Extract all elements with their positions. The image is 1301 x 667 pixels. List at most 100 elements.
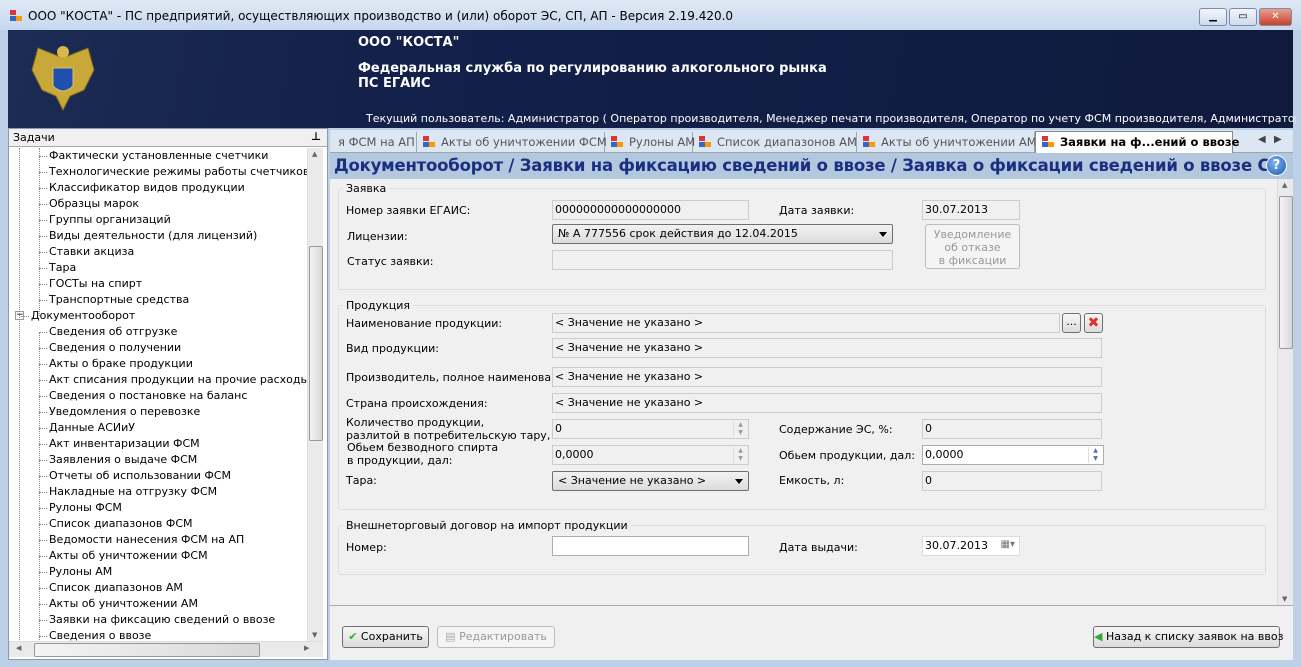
current-user: Текущий пользователь: Администратор ( Оп… — [366, 112, 1296, 125]
tree-item-label: Список диапазонов ФСМ — [49, 517, 193, 530]
document-tab-icon — [423, 136, 435, 147]
help-icon[interactable]: ? — [1266, 155, 1287, 176]
spirit-label-line1: Обьем безводного спирта — [347, 441, 499, 454]
notice-line-2: об отказе — [944, 241, 1001, 254]
maximize-button[interactable]: ▭ — [1229, 8, 1257, 26]
spirit-volume-label: Обьем безводного спирта в продукции, дал: — [347, 441, 498, 467]
request-number-field: 000000000000000000 — [552, 200, 749, 220]
tree-item-label: Заявки на фиксацию сведений о ввозе — [49, 613, 276, 626]
product-name-label: Наименование продукции: — [346, 317, 503, 330]
license-value: № А 777556 срок действия до 12.04.2015 — [558, 227, 798, 240]
spirit-label-line2: в продукции, дал: — [347, 454, 453, 467]
back-to-list-button[interactable]: ◀ Назад к списку заявок на ввоз — [1093, 626, 1283, 648]
producer-label: Производитель, полное наименование: — [346, 371, 576, 384]
clear-product-button[interactable]: ✖ — [1084, 313, 1103, 333]
tab[interactable]: я ФСМ на АП — [332, 132, 417, 153]
tasks-panel-header: Задачи ⊥ — [9, 129, 327, 147]
tree-item-label: ГОСТы на спирт — [49, 277, 143, 290]
product-kind-label: Вид продукции: — [346, 342, 439, 355]
license-select[interactable]: № А 777556 срок действия до 12.04.2015 — [552, 224, 893, 244]
action-bar: ✔ Сохранить ▤ Редактировать ◀ Назад к сп… — [330, 605, 1293, 660]
tare-select[interactable]: < Значение не указано > — [552, 471, 749, 491]
close-button[interactable]: ✕ — [1259, 8, 1292, 26]
tare-value: < Значение не указано > — [558, 474, 707, 487]
quantity-label-line1: Количество продукции, — [346, 416, 485, 429]
capacity-label: Емкость, л: — [779, 474, 845, 487]
contract-date-label: Дата выдачи: — [779, 541, 858, 554]
spirit-volume-stepper[interactable]: 0,0000 ▲ ▼ — [552, 445, 749, 465]
contract-number-input[interactable] — [552, 536, 749, 556]
tab[interactable]: Список диапазонов АМ — [693, 132, 857, 153]
tab-label: Акты об уничтожении ФСМ — [441, 135, 607, 149]
tab[interactable]: Рулоны АМ — [605, 132, 695, 153]
tree-item-label: Ведомости нанесения ФСМ на АП — [49, 533, 245, 546]
checkmark-icon: ✔ — [348, 630, 358, 643]
title-bar: ООО "КОСТА" - ПС предприятий, осуществля… — [0, 0, 1301, 30]
tasks-tree: Фактически установленные счетчики Техноло… — [9, 148, 307, 641]
license-label: Лицензии: — [347, 230, 408, 243]
tab-strip: я ФСМ на АП Акты об уничтожении ФСМ Рулоны… — [330, 130, 1293, 154]
save-label: Сохранить — [360, 630, 423, 643]
contract-date-picker[interactable]: 30.07.2013 ▦▾ — [922, 536, 1020, 556]
tree-item-label: Документооборот — [31, 309, 136, 322]
request-date-label: Дата заявки: — [779, 204, 855, 217]
spirit-volume-value: 0,0000 — [555, 448, 594, 461]
product-volume-stepper[interactable]: 0,0000 ▲ ▼ — [922, 445, 1104, 465]
tree-item-label: Тара — [49, 261, 77, 274]
tree-item-label: Рулоны АМ — [49, 565, 113, 578]
tree-item-label: Акты об уничтожении АМ — [49, 597, 198, 610]
tree-item-label: Сведения о ввозе — [49, 629, 152, 641]
system-name: ПС ЕГАИС — [358, 76, 431, 91]
tree-item-label: Сведения о получении — [49, 341, 182, 354]
producer-field: < Значение не указано > — [552, 367, 1102, 387]
document-tab-icon — [699, 136, 711, 147]
tree-item-label: Список диапазонов АМ — [49, 581, 183, 594]
status-field — [552, 250, 893, 270]
app-icon — [10, 10, 23, 21]
browse-product-button[interactable]: ... — [1062, 313, 1081, 333]
refusal-notice-button[interactable]: Уведомление об отказе в фиксации — [925, 224, 1020, 269]
document-tab-icon — [1042, 136, 1054, 147]
tree-item-label: Сведения о постановке на баланс — [49, 389, 248, 402]
country-label: Страна происхождения: — [346, 397, 488, 410]
tab[interactable]: Акты об уничтожении ФСМ — [417, 132, 607, 153]
product-group-title: Продукция — [343, 299, 413, 312]
quantity-label: Количество продукции, разлитой в потребит… — [346, 416, 574, 442]
tree-vertical-scrollbar[interactable]: ▲ ▼ — [307, 148, 323, 641]
org-name: ООО "КОСТА" — [358, 35, 460, 50]
contract-number-label: Номер: — [346, 541, 387, 554]
tab-label: Список диапазонов АМ — [717, 135, 857, 149]
tab-scroll-left-icon[interactable]: ◀ — [1258, 134, 1266, 145]
tab-label: Заявки на ф...ений о ввозе — [1060, 135, 1240, 149]
edit-button[interactable]: ▤ Редактировать — [437, 626, 555, 648]
minimize-button[interactable]: ▁ — [1199, 8, 1227, 26]
spinner-arrows-icon[interactable]: ▲ ▼ — [1088, 447, 1102, 463]
scroll-thumb[interactable] — [309, 246, 323, 441]
pin-icon[interactable]: ⊥ — [311, 130, 321, 143]
form-scroll-thumb[interactable] — [1279, 196, 1293, 349]
tree-item-label: Накладные на отгрузку ФСМ — [49, 485, 218, 498]
tab[interactable]: Заявки на ф...ений о ввозе — [1035, 131, 1239, 154]
form-area: Заявка Номер заявки ЕГАИС: 0000000000000… — [330, 179, 1277, 605]
save-button[interactable]: ✔ Сохранить — [342, 626, 429, 648]
tree-item-label: Ставки акциза — [49, 245, 135, 258]
product-kind-field: < Значение не указано > — [552, 338, 1102, 358]
tab[interactable]: Акты об уничтожении АМ — [857, 132, 1037, 153]
alcohol-label: Содержание ЭС, %: — [779, 423, 893, 436]
tree-item-label: Заявления о выдаче ФСМ — [49, 453, 198, 466]
calendar-icon[interactable]: ▦▾ — [1001, 539, 1015, 550]
window-title: ООО "КОСТА" - ПС предприятий, осуществля… — [28, 9, 734, 23]
tree-horizontal-scrollbar[interactable]: ◀ ▶ — [9, 641, 323, 657]
tab-scroll-right-icon[interactable]: ▶ — [1274, 134, 1282, 145]
tree-item-label: Акт инвентаризации ФСМ — [49, 437, 200, 450]
form-vertical-scrollbar[interactable]: ▲ ▼ — [1277, 179, 1293, 605]
quantity-stepper[interactable]: 0 ▲ ▼ — [552, 419, 749, 439]
tree-item-label: Группы организаций — [49, 213, 171, 226]
tree-item-label: Данные АСИиУ — [49, 421, 135, 434]
h-scroll-thumb[interactable] — [34, 643, 260, 657]
spinner-arrows-icon[interactable]: ▲ ▼ — [733, 447, 747, 463]
spinner-arrows-icon[interactable]: ▲ ▼ — [733, 421, 747, 437]
tree-item-label: Акты о браке продукции — [49, 357, 193, 370]
service-name: Федеральная служба по регулированию алко… — [358, 61, 827, 76]
tree-item-label: Фактически установленные счетчики — [49, 149, 269, 162]
